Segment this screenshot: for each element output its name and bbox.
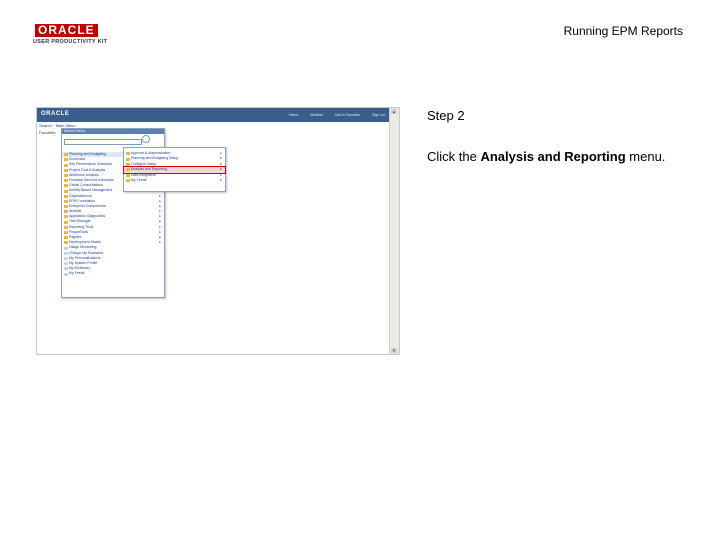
menu-item-label: My Feeds [131,177,147,182]
menu-item-label: Configure Setup [131,161,157,166]
document-title: Running EPM Reports [563,24,683,38]
app-header-bar: ORACLE Home Worklist Add to Favorites Si… [37,108,389,122]
menu-item-label: My Personalizations [69,255,101,260]
folder-icon [64,163,68,167]
menu-item-label: Pagelet [69,235,81,239]
menu-item-label: Financial Services Industries [69,177,114,182]
instruction-target: Analysis and Reporting [480,149,626,164]
menu-item-label: Planning and Budgeting [69,152,107,156]
menu-item[interactable]: My Feeds [62,271,164,276]
folder-icon [64,194,68,198]
folder-icon [64,241,68,245]
menu-item-label: EPM Foundation [69,198,96,203]
folder-icon [64,220,68,224]
menu-item-label: Usage Monitoring [69,245,97,250]
menu-item-label: Scorecard [69,157,85,162]
menu-item[interactable]: My Feeds ▸ [124,178,225,183]
oracle-logo: ORACLE [35,24,98,37]
menu-item-label: Analysis and Reporting [131,167,167,172]
document-icon [64,267,68,271]
folder-icon [64,168,68,172]
application-screenshot: ORACLE Home Worklist Add to Favorites Si… [36,107,400,355]
folder-icon [64,184,68,188]
menu-item-label: Development Status [69,240,101,245]
document-icon [64,272,68,276]
folder-icon [126,179,130,183]
instruction-text: Click the Analysis and Reporting menu. [427,149,665,164]
document-icon [64,262,68,266]
chevron-right-icon: ▸ [220,177,222,182]
menu-item-label: Enterprise Components [69,203,106,208]
menu-item-label: Approve & Administration [131,151,171,155]
menu-item-label: Project Cost & Analysis [69,167,106,172]
menu-item-label: My Feeds [69,271,85,276]
folder-icon [64,199,68,203]
folder-icon [64,205,68,209]
menu-item-label: PeopleTools [69,229,89,234]
instruction-suffix: menu. [625,149,666,164]
folder-icon [64,179,68,183]
folder-icon [126,157,130,161]
app-oracle-logo: ORACLE [41,111,70,117]
folder-icon [64,189,68,193]
folder-icon [126,152,130,156]
folder-icon [126,168,130,172]
nav-home-link[interactable]: Home [289,113,298,117]
folder-icon [64,236,68,240]
nav-signout-link[interactable]: Sign out [372,113,385,117]
folder-icon [126,173,130,177]
scroll-down-icon[interactable]: ▼ [391,348,397,353]
menu-item-label: Tree Manager [69,219,91,224]
menu-search-input[interactable] [64,139,142,145]
menu-item-label: Change My Password [69,250,104,255]
menu-item-label: Worklist [69,209,82,214]
folder-icon [64,225,68,229]
menu-item-label: Application Diagnostics [69,214,106,219]
menu-item-label: Reporting Tools [69,224,94,229]
vertical-scrollbar[interactable]: ▲ ▼ [389,108,399,354]
menu-item-label: My System Profile [69,260,98,265]
menu-item-label: Key Performance Indicators [69,162,113,167]
instruction-prefix: Click the [427,149,481,164]
menu-item-label: Activity Based Management [69,188,113,193]
folder-icon [64,153,68,157]
favorites-label[interactable]: Favorites [39,130,55,135]
planning-submenu: Approve & Administration ▸ Planning and Bu… [123,147,226,192]
menu-item-label: Organizational [69,193,92,198]
folder-icon [126,162,130,166]
folder-icon [64,231,68,234]
search-icon[interactable] [142,135,150,143]
menu-item-label: Planning and Budgeting Setup [131,156,179,161]
folder-icon [64,173,68,177]
nav-worklist-link[interactable]: Worklist [310,113,322,117]
step-number: Step 2 [427,108,465,123]
sub-nav-search[interactable]: Search [39,123,52,128]
search-menu-label: Search Menu: [62,129,164,134]
scroll-up-icon[interactable]: ▲ [391,109,397,114]
document-icon [64,256,68,260]
upk-product-name: USER PRODUCTIVITY KIT [33,39,108,45]
document-icon [64,251,68,255]
submenu-list: Approve & Administration ▸ Planning and Bu… [123,151,226,183]
menu-item-label: Workforce Analysis [69,172,99,177]
folder-icon [64,215,68,219]
folder-icon [64,210,68,214]
upk-logo: ORACLE USER PRODUCTIVITY KIT [33,24,123,48]
menu-item-label: My Dictionary [69,266,91,271]
app-top-nav: Home Worklist Add to Favorites Sign out [289,113,385,117]
nav-add-favorites-link[interactable]: Add to Favorites [335,113,360,117]
document-icon [64,246,68,250]
menu-item-label: Data Integration [131,172,156,177]
menu-item-label: Global Consolidations [69,183,104,188]
folder-icon [64,158,68,162]
